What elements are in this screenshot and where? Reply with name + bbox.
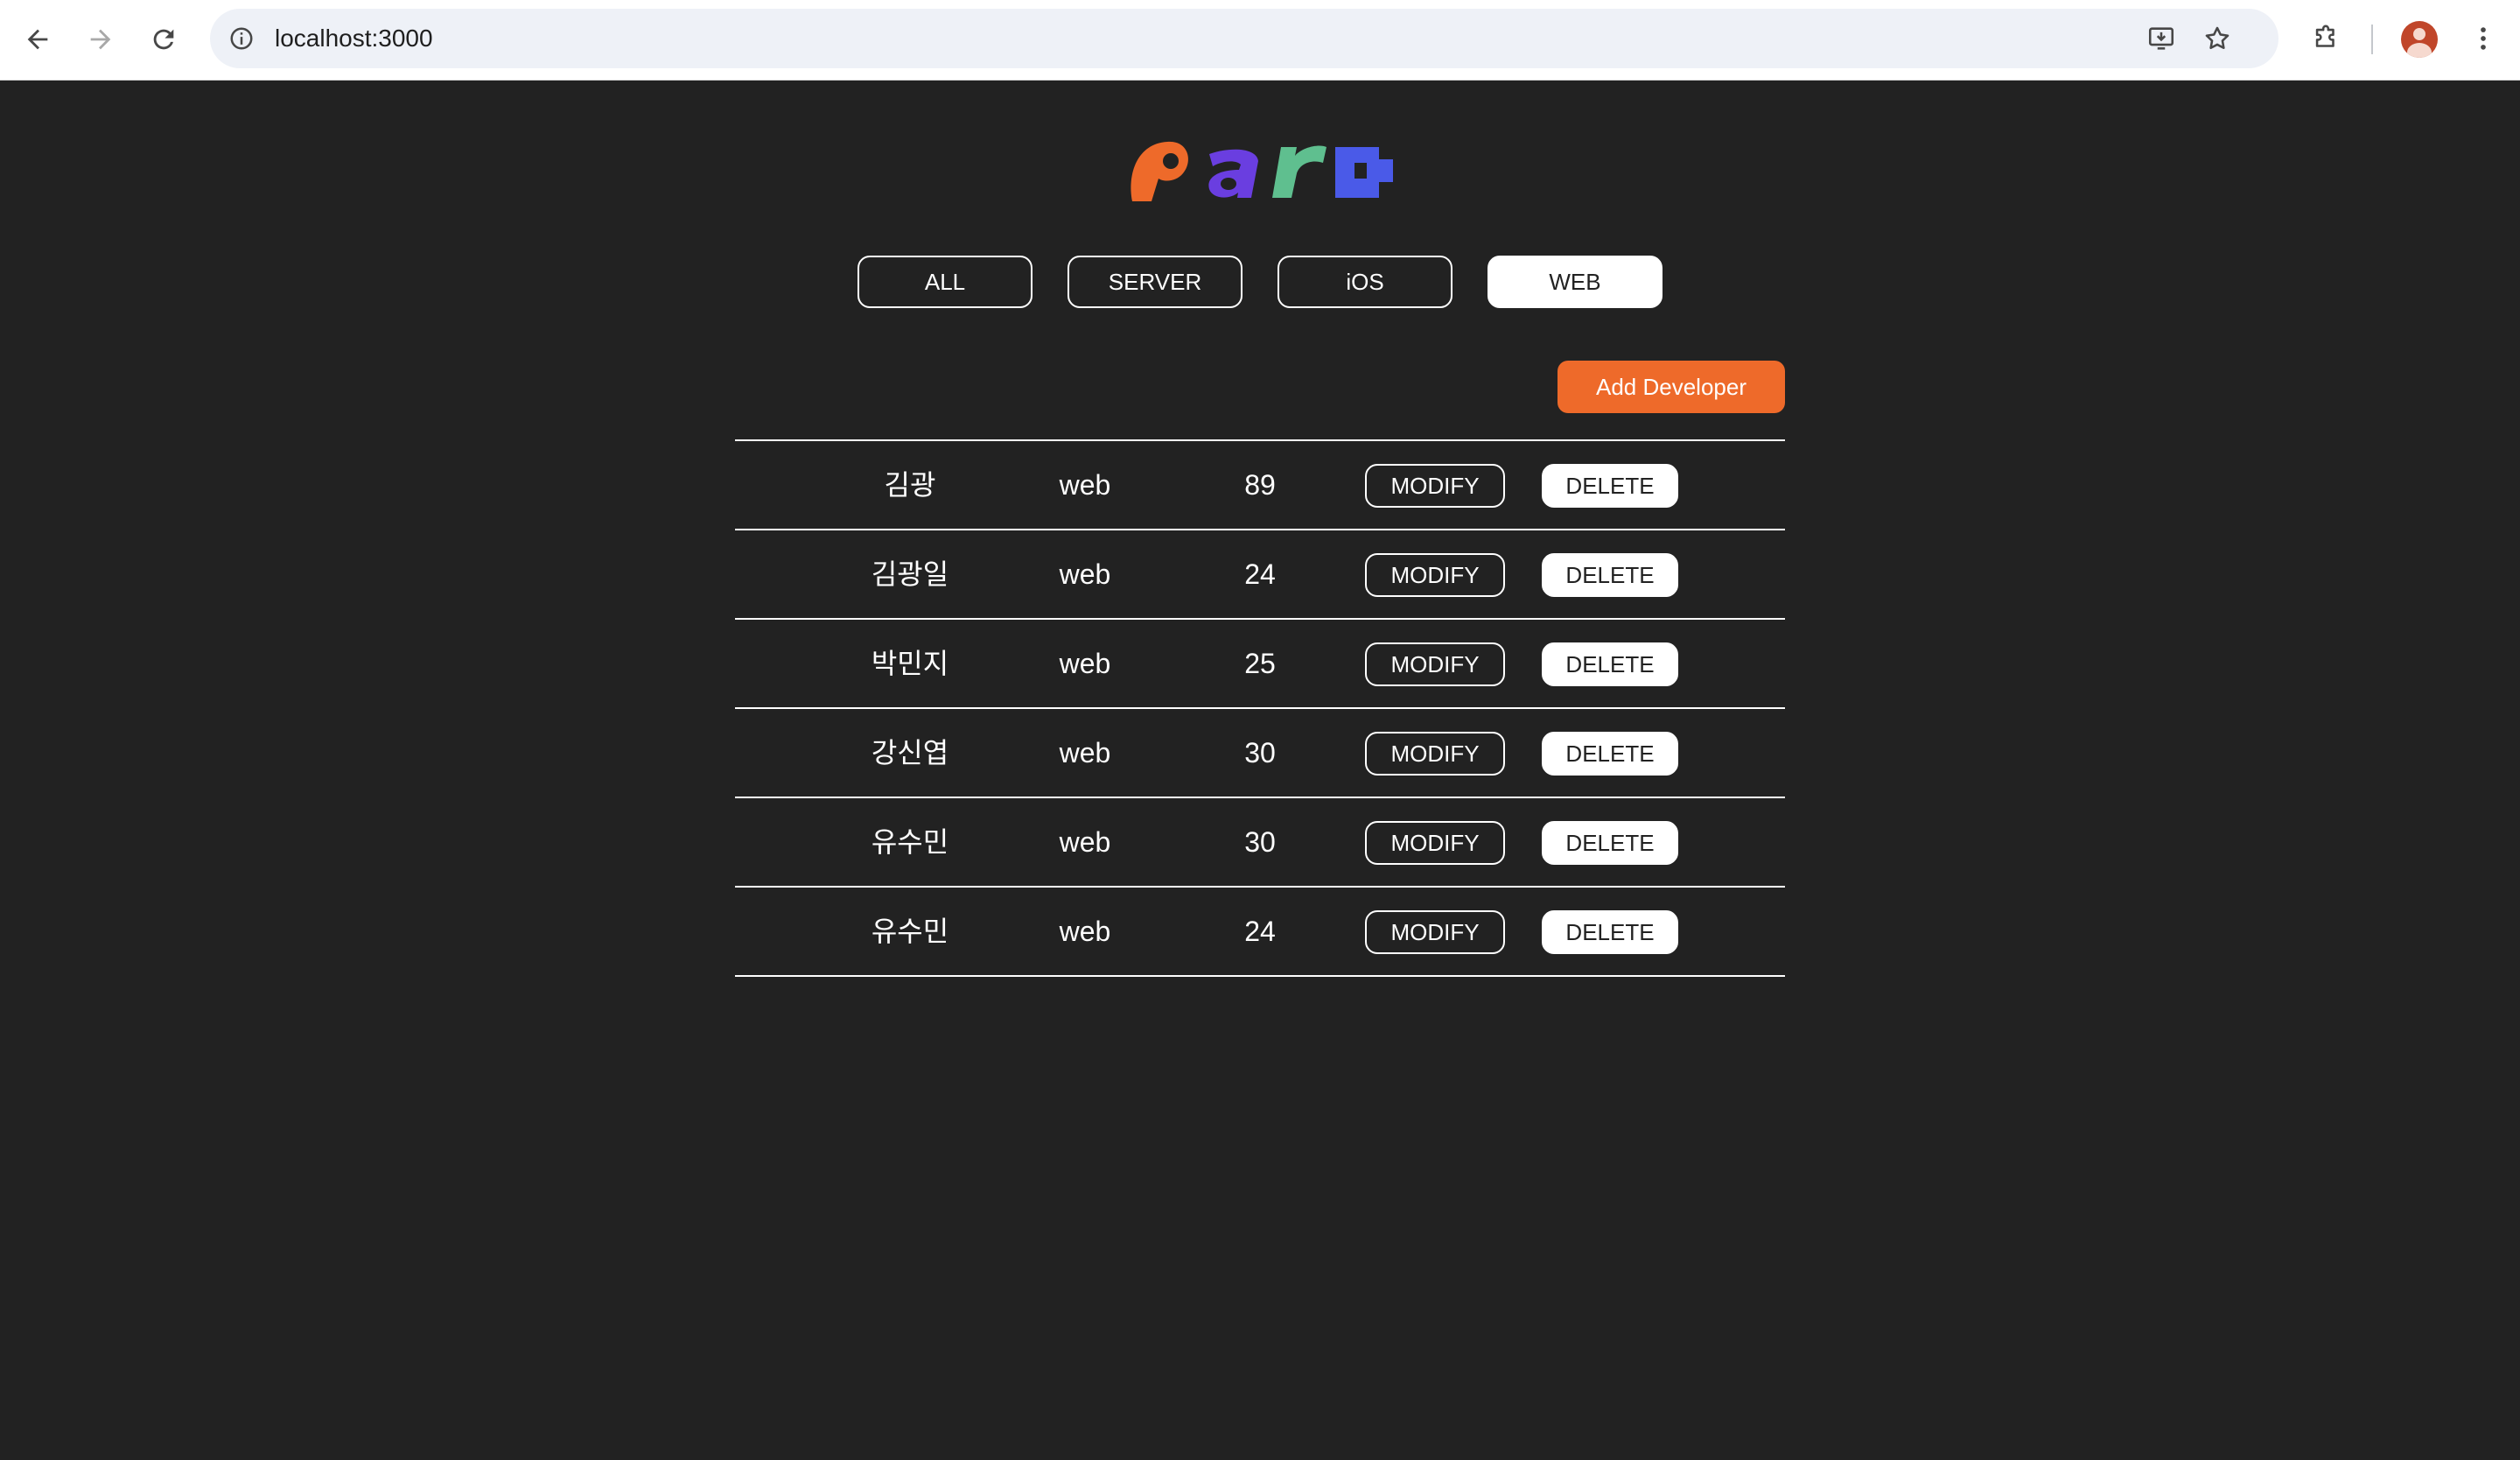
developer-age: 30 <box>1244 826 1276 858</box>
toolbar-divider <box>2371 25 2373 54</box>
kebab-menu-icon[interactable] <box>2466 21 2501 56</box>
developer-part: web <box>1059 737 1111 769</box>
list-item: 유수민 web 30 MODIFY DELETE <box>735 798 1785 888</box>
forward-button[interactable] <box>80 19 121 60</box>
developer-name: 강신엽 <box>871 737 949 769</box>
modify-button[interactable]: MODIFY <box>1365 732 1505 776</box>
list-item: 유수민 web 24 MODIFY DELETE <box>735 888 1785 977</box>
delete-button[interactable]: DELETE <box>1542 642 1678 686</box>
list-item: 김광일 web 24 MODIFY DELETE <box>735 530 1785 620</box>
filter-all-button[interactable]: ALL <box>858 256 1032 308</box>
developer-age: 89 <box>1244 469 1276 501</box>
developer-list: 김광 web 89 MODIFY DELETE 김광일 web 24 MODIF… <box>735 439 1785 977</box>
reload-icon <box>153 29 174 50</box>
list-item: 박민지 web 25 MODIFY DELETE <box>735 620 1785 709</box>
delete-button[interactable]: DELETE <box>1542 553 1678 597</box>
url-text[interactable]: localhost:3000 <box>275 9 433 68</box>
modify-button[interactable]: MODIFY <box>1365 821 1505 865</box>
delete-button[interactable]: DELETE <box>1542 464 1678 508</box>
star-icon[interactable] <box>2200 21 2235 56</box>
list-item: 김광 web 89 MODIFY DELETE <box>735 441 1785 530</box>
list-item: 강신엽 web 30 MODIFY DELETE <box>735 709 1785 798</box>
paro-logo <box>1130 141 1393 201</box>
developer-name: 김광 <box>884 469 936 501</box>
developer-name: 박민지 <box>871 648 949 679</box>
developer-part: web <box>1059 826 1111 858</box>
delete-button[interactable]: DELETE <box>1542 732 1678 776</box>
app-page: ALL SERVER iOS WEB Add Developer 김광 web … <box>0 81 2520 1460</box>
modify-button[interactable]: MODIFY <box>1365 464 1505 508</box>
back-button[interactable] <box>18 19 58 60</box>
arrow-left-icon <box>27 29 48 50</box>
add-developer-button[interactable]: Add Developer <box>1558 361 1785 413</box>
developer-age: 24 <box>1244 558 1276 590</box>
developer-part: web <box>1059 648 1111 679</box>
filter-tabs: ALL SERVER iOS WEB <box>858 256 1662 308</box>
puzzle-icon[interactable] <box>2308 21 2343 56</box>
delete-button[interactable]: DELETE <box>1542 910 1678 954</box>
developer-age: 25 <box>1244 648 1276 679</box>
arrow-right-icon <box>90 29 111 50</box>
developer-name: 유수민 <box>871 826 949 858</box>
modify-button[interactable]: MODIFY <box>1365 642 1505 686</box>
modify-button[interactable]: MODIFY <box>1365 910 1505 954</box>
developer-age: 24 <box>1244 916 1276 947</box>
developer-part: web <box>1059 916 1111 947</box>
avatar[interactable] <box>2401 21 2438 58</box>
developer-part: web <box>1059 469 1111 501</box>
browser-toolbar: localhost:3000 <box>0 0 2520 81</box>
filter-ios-button[interactable]: iOS <box>1278 256 1452 308</box>
filter-server-button[interactable]: SERVER <box>1068 256 1242 308</box>
developer-name: 유수민 <box>871 916 949 947</box>
developer-name: 김광일 <box>871 558 949 590</box>
delete-button[interactable]: DELETE <box>1542 821 1678 865</box>
info-icon[interactable] <box>224 21 259 56</box>
reload-button[interactable] <box>144 19 184 60</box>
modify-button[interactable]: MODIFY <box>1365 553 1505 597</box>
developer-age: 30 <box>1244 737 1276 769</box>
filter-web-button[interactable]: WEB <box>1488 256 1662 308</box>
install-app-icon[interactable] <box>2144 21 2179 56</box>
address-bar[interactable]: localhost:3000 <box>210 9 2278 68</box>
developer-part: web <box>1059 558 1111 590</box>
